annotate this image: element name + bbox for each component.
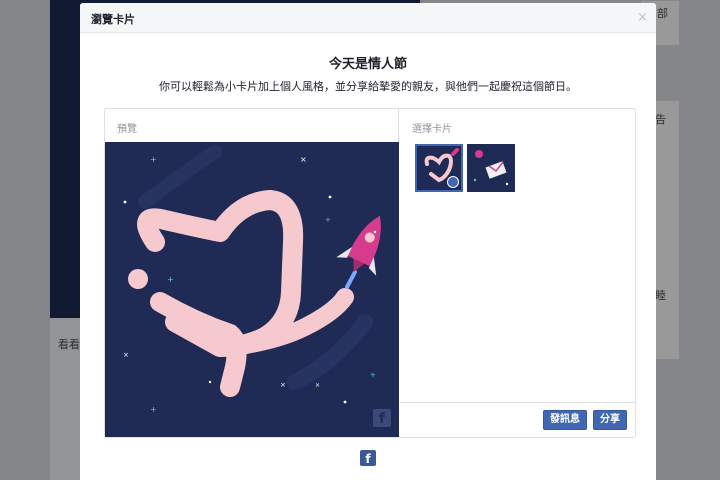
choose-card-label: 選擇卡片 — [412, 124, 452, 135]
svg-text:+: + — [150, 405, 157, 414]
send-message-button[interactable]: 發訊息 — [543, 410, 587, 430]
valentine-card-illustration: + × + + × + × + × — [123, 145, 381, 414]
card-thumbnail-heart[interactable] — [415, 144, 463, 192]
svg-text:+: + — [325, 216, 331, 224]
letter-thumbnail-image — [473, 150, 509, 186]
dialog-title: 瀏覽卡片 — [91, 13, 135, 26]
svg-text:+: + — [167, 275, 174, 284]
card-panel: 預覽 + × + + × + × + × f 選擇卡片 發訊息 分享 — [104, 108, 636, 438]
dialog-headline: 今天是情人節 — [328, 57, 407, 72]
svg-text:+: + — [370, 371, 376, 379]
close-icon[interactable]: × — [637, 10, 648, 25]
svg-text:×: × — [300, 155, 307, 164]
facebook-logo-icon: f — [360, 450, 376, 466]
dialog-header: 瀏覽卡片 × — [80, 3, 656, 33]
selected-check-icon — [447, 176, 459, 188]
svg-text:×: × — [315, 382, 320, 389]
action-row: 發訊息 分享 — [400, 402, 636, 437]
svg-text:×: × — [123, 351, 129, 359]
svg-text:+: + — [150, 155, 157, 164]
share-button[interactable]: 分享 — [593, 410, 627, 430]
preview-pane: 預覽 + × + + × + × + × f — [105, 109, 399, 437]
card-preview-image: + × + + × + × + × f — [105, 142, 399, 437]
card-thumbnail-letter[interactable] — [467, 144, 515, 192]
svg-text:×: × — [280, 381, 286, 389]
dialog-subline: 你可以輕鬆為小卡片加上個人風格，並分享給摯愛的親友，與他們一起慶祝這個節日。 — [159, 80, 577, 93]
facebook-watermark-icon: f — [373, 409, 391, 427]
card-dialog: 瀏覽卡片 × 今天是情人節 你可以輕鬆為小卡片加上個人風格，並分享給摯愛的親友，… — [80, 3, 656, 480]
preview-label: 預覽 — [117, 124, 137, 135]
